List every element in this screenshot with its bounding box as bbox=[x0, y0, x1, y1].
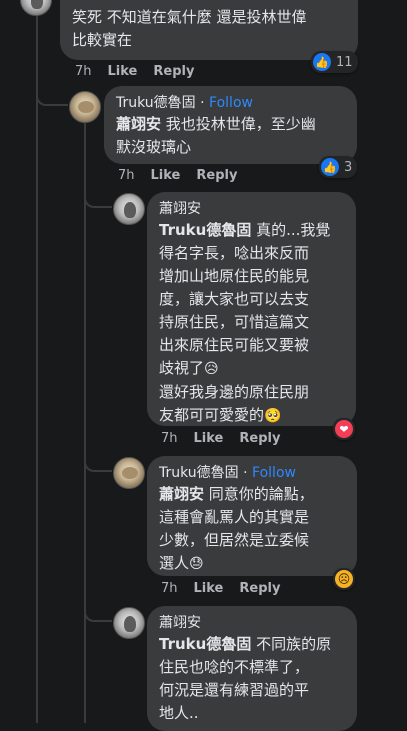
sad-icon: ☹ bbox=[335, 570, 353, 588]
comment-actions: 7h Like Reply bbox=[75, 64, 194, 79]
avatar[interactable] bbox=[113, 607, 145, 639]
comment-text: 友都可可愛愛的🥺 bbox=[159, 404, 344, 428]
comment-text-line: 同意你的論點， bbox=[204, 485, 314, 503]
thread-line-outer bbox=[36, 0, 38, 723]
reaction-count: 3 bbox=[344, 159, 353, 175]
comment-text: 笑死 不知道在氣什麼 還是投林世偉 bbox=[72, 8, 307, 26]
comment-text: 比較實在 bbox=[72, 31, 133, 49]
comment-text-line: 友都可可愛愛的 bbox=[159, 406, 265, 424]
comment-text-line: 何況是還有練習過的平 bbox=[159, 681, 310, 699]
comment-text-line: 地人.. bbox=[159, 704, 199, 722]
comment-header: Truku德魯固 · Follow bbox=[159, 464, 345, 483]
follow-button[interactable]: Follow bbox=[209, 95, 253, 111]
comment-header: Truku德魯固 · Follow bbox=[116, 94, 345, 113]
thread-elbow bbox=[84, 176, 112, 208]
comment-actions: 7h Like Reply bbox=[161, 581, 280, 596]
author-name[interactable]: 蕭翊安 bbox=[159, 200, 344, 219]
thread-elbow bbox=[84, 590, 112, 622]
mention-link[interactable]: 蕭翊安 bbox=[116, 115, 161, 133]
comment-text: 蕭翊安 同意你的論點， bbox=[159, 483, 345, 506]
comment-text-line: 默沒玻璃心 bbox=[116, 138, 192, 156]
timestamp[interactable]: 7h bbox=[75, 64, 92, 79]
thread-line-level2 bbox=[84, 122, 86, 723]
like-button[interactable]: Like bbox=[194, 581, 224, 596]
mention-link[interactable]: Truku德魯固 bbox=[159, 221, 251, 239]
like-icon: 👍 bbox=[313, 53, 331, 71]
comment-text-line: 這種會亂罵人的其實是 bbox=[159, 508, 310, 526]
reaction-summary[interactable]: ☹ bbox=[333, 568, 355, 590]
comment-bubble: Truku德魯固 · Follow 蕭翊安 我也投林世偉，至少幽 默沒玻璃心 bbox=[104, 86, 357, 164]
reaction-summary[interactable]: 👍 11 bbox=[311, 51, 358, 73]
comment-text-line: 少數，但居然是立委候 bbox=[159, 531, 310, 549]
comment-text-line: 持原住民，可惜這篇文 bbox=[159, 313, 310, 331]
sad-sweat-emoji: 😥 bbox=[204, 361, 219, 377]
comment-text-line: 不同族的原 bbox=[251, 635, 332, 653]
comment-text-line: 得名字長，唸出來反而 bbox=[159, 244, 310, 262]
comment-text: 蕭翊安 我也投林世偉，至少幽 bbox=[116, 113, 345, 136]
comment-bubble: 蕭翊安 Truku德魯固 不同族的原 住民也唸的不標準了， 何況是還有練習過的平… bbox=[147, 606, 357, 731]
pleading-emoji: 🥺 bbox=[264, 408, 282, 424]
follow-button[interactable]: Follow bbox=[252, 465, 296, 481]
mention-link[interactable]: 蕭翊安 bbox=[159, 485, 204, 503]
comment-bubble: Truku德魯固 · Follow 蕭翊安 同意你的論點， 這種會亂罵人的其實是… bbox=[147, 456, 357, 576]
comment-text-line: 選人 bbox=[159, 554, 190, 572]
love-icon: ❤ bbox=[335, 420, 353, 438]
comment-text-line: 度，讓大家也可以去支 bbox=[159, 290, 310, 308]
timestamp[interactable]: 7h bbox=[161, 431, 178, 446]
comment-text-line: 住民也唸的不標準了， bbox=[159, 658, 310, 676]
comment-actions: 7h Like Reply bbox=[161, 431, 280, 446]
comment-actions: 7h Like Reply bbox=[118, 168, 237, 183]
author-name[interactable]: 蕭翊安 bbox=[159, 614, 345, 633]
like-icon: 👍 bbox=[321, 158, 339, 176]
avatar[interactable] bbox=[69, 91, 101, 123]
reply-button[interactable]: Reply bbox=[239, 581, 280, 596]
thread-elbow bbox=[84, 440, 112, 472]
comment-text: Truku德魯固 真的...我覺 bbox=[159, 219, 344, 242]
comment-text: 選人😓 bbox=[159, 552, 345, 576]
comment-text-line: 歧視了 bbox=[159, 359, 205, 377]
like-button[interactable]: Like bbox=[151, 168, 181, 183]
reaction-summary[interactable]: ❤ bbox=[333, 418, 355, 440]
thread-elbow bbox=[36, 80, 68, 106]
timestamp[interactable]: 7h bbox=[161, 581, 178, 596]
reply-button[interactable]: Reply bbox=[196, 168, 237, 183]
like-button[interactable]: Like bbox=[108, 64, 138, 79]
author-name[interactable]: Truku德魯固 bbox=[116, 95, 196, 111]
reply-button[interactable]: Reply bbox=[153, 64, 194, 79]
comment-text-line: 增加山地原住民的能見 bbox=[159, 267, 310, 285]
avatar[interactable] bbox=[113, 193, 145, 225]
comment-bubble: 蕭翊安 Truku德魯固 真的...我覺 得名字長，唸出來反而 增加山地原住民的… bbox=[147, 192, 356, 426]
comment-text-line: 真的...我覺 bbox=[251, 221, 331, 239]
separator: · bbox=[238, 465, 253, 481]
comment-text: Truku德魯固 不同族的原 bbox=[159, 633, 345, 656]
avatar[interactable] bbox=[113, 457, 145, 489]
mention-link[interactable]: Truku德魯固 bbox=[159, 635, 251, 653]
reaction-summary[interactable]: 👍 3 bbox=[319, 156, 358, 178]
timestamp[interactable]: 7h bbox=[118, 168, 135, 183]
avatar[interactable] bbox=[20, 0, 52, 16]
comment-text-line: 我也投林世偉，至少幽 bbox=[161, 115, 316, 133]
comment-text: 歧視了😥 bbox=[159, 357, 344, 381]
comment-text-line: 出來原住民可能又要被 bbox=[159, 336, 310, 354]
comment-text-line: 還好我身邊的原住民朋 bbox=[159, 383, 310, 401]
comment-bubble: 笑死 不知道在氣什麼 還是投林世偉 比較實在 bbox=[60, 0, 358, 60]
reaction-count: 11 bbox=[336, 54, 353, 70]
like-button[interactable]: Like bbox=[194, 431, 224, 446]
sweat-emoji: 😓 bbox=[189, 556, 204, 572]
reply-button[interactable]: Reply bbox=[239, 431, 280, 446]
author-name[interactable]: Truku德魯固 bbox=[159, 465, 239, 481]
separator: · bbox=[195, 95, 210, 111]
